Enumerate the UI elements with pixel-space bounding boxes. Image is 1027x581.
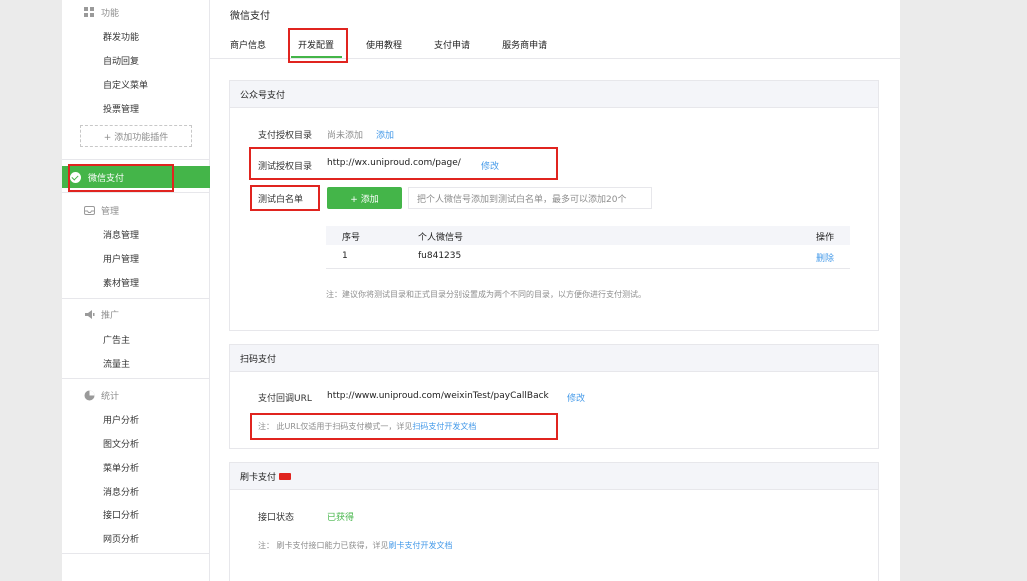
pie-chart-icon [84,390,95,401]
highlight-box [288,28,348,63]
sidebar-item-api-analysis[interactable]: 接口分析 [103,508,139,521]
sidebar-item-user-analysis[interactable]: 用户分析 [103,413,139,426]
main-content: 微信支付 商户信息 开发配置 使用教程 支付申请 服务商申请 公众号支付 支付授… [210,0,900,581]
col-action: 操作 [816,233,835,243]
add-whitelist-button[interactable]: + 添加 [327,187,402,209]
sidebar-item-publisher[interactable]: 流量主 [103,357,130,370]
inbox-icon [84,205,95,216]
sidebar-item-web-analysis[interactable]: 网页分析 [103,532,139,545]
sidebar-item-messages[interactable]: 消息管理 [103,228,139,241]
card-note: 注： 刷卡支付接口能力已获得，详见刷卡支付开发文档 [258,540,453,551]
sidebar-item-custom-menu[interactable]: 自定义菜单 [103,78,148,91]
panel-title: 扫码支付 [230,345,878,372]
highlight-box [249,147,558,180]
callback-value: http://www.uniproud.com/weixinTest/payCa… [327,391,549,401]
col-index: 序号 [342,233,361,243]
status-label: 接口状态 [258,513,295,523]
note-text: 注：建议你将测试目录和正式目录分别设置成为两个不同的目录，以方便你进行支付测试。 [326,290,646,299]
sidebar-section-label: 推广 [101,311,120,321]
sidebar-section-promotion: 推广 [84,308,119,321]
tab-tutorial[interactable]: 使用教程 [366,38,402,51]
note-prefix: 注： 刷卡支付接口能力已获得，详见 [258,541,389,550]
row-wechat: fu841235 [418,251,462,261]
tab-pay-apply[interactable]: 支付申请 [434,38,470,51]
sidebar-item-materials[interactable]: 素材管理 [103,276,139,289]
sidebar-item-mass-send[interactable]: 群发功能 [103,30,139,43]
highlight-box [250,185,320,211]
pay-dir-value: 尚未添加 [327,131,364,141]
divider [62,553,210,554]
status-value: 已获得 [327,513,355,523]
sidebar-section-manage: 管理 [84,204,119,217]
sidebar-section-stats: 统计 [84,389,119,402]
callback-edit-link[interactable]: 修改 [567,391,585,404]
whitelist-input[interactable]: 把个人微信号添加到测试白名单，最多可以添加20个 [408,187,652,209]
card-doc-link[interactable]: 刷卡支付开发文档 [389,541,453,550]
sidebar-item-vote[interactable]: 投票管理 [103,102,139,115]
pay-dir-label: 支付授权目录 [258,131,313,141]
sidebar-item-auto-reply[interactable]: 自动回复 [103,54,139,67]
pay-dir-add-link[interactable]: 添加 [376,128,394,141]
divider [62,378,210,379]
new-badge [279,472,292,480]
divider [62,298,210,299]
table-row: 1 fu841235 删除 [326,245,850,269]
megaphone-icon [84,309,95,320]
whitelist-table-header: 序号 个人微信号 操作 [326,226,850,245]
grid-icon [84,7,95,18]
sidebar-section-label: 功能 [101,9,120,19]
highlight-box [68,164,174,192]
sidebar-item-users[interactable]: 用户管理 [103,252,139,265]
sidebar-section-label: 管理 [101,207,120,217]
highlight-box [250,413,558,440]
tab-bar: 商户信息 开发配置 使用教程 支付申请 服务商申请 [230,38,579,51]
sidebar-item-menu-analysis[interactable]: 菜单分析 [103,461,139,474]
tab-merchant-info[interactable]: 商户信息 [230,38,266,51]
sidebar-item-message-analysis[interactable]: 消息分析 [103,485,139,498]
sidebar-section-function: 功能 [84,6,119,19]
col-wechat: 个人微信号 [418,233,464,243]
page-title: 微信支付 [230,11,270,22]
row-index: 1 [342,251,348,261]
sidebar-section-label: 统计 [101,392,120,402]
panel-card-pay: 刷卡支付 接口状态 已获得 注： 刷卡支付接口能力已获得，详见刷卡支付开发文档 [229,462,879,581]
callback-label: 支付回调URL [258,394,312,404]
delete-link[interactable]: 删除 [816,251,834,264]
panel-title: 公众号支付 [230,81,878,108]
divider [62,192,210,193]
sidebar-item-advertiser[interactable]: 广告主 [103,333,130,346]
panel-public-pay: 公众号支付 支付授权目录 尚未添加 添加 测试授权目录 http://wx.un… [229,80,879,331]
panel-title-row: 刷卡支付 [230,463,878,490]
divider [62,159,210,160]
panel-title: 刷卡支付 [240,472,277,483]
sidebar-item-article-analysis[interactable]: 图文分析 [103,437,139,450]
tab-provider-apply[interactable]: 服务商申请 [502,38,547,51]
add-plugin-button[interactable]: + 添加功能插件 [80,125,192,147]
sidebar: 功能 群发功能 自动回复 自定义菜单 投票管理 + 添加功能插件 微信支付 管理… [62,0,210,581]
